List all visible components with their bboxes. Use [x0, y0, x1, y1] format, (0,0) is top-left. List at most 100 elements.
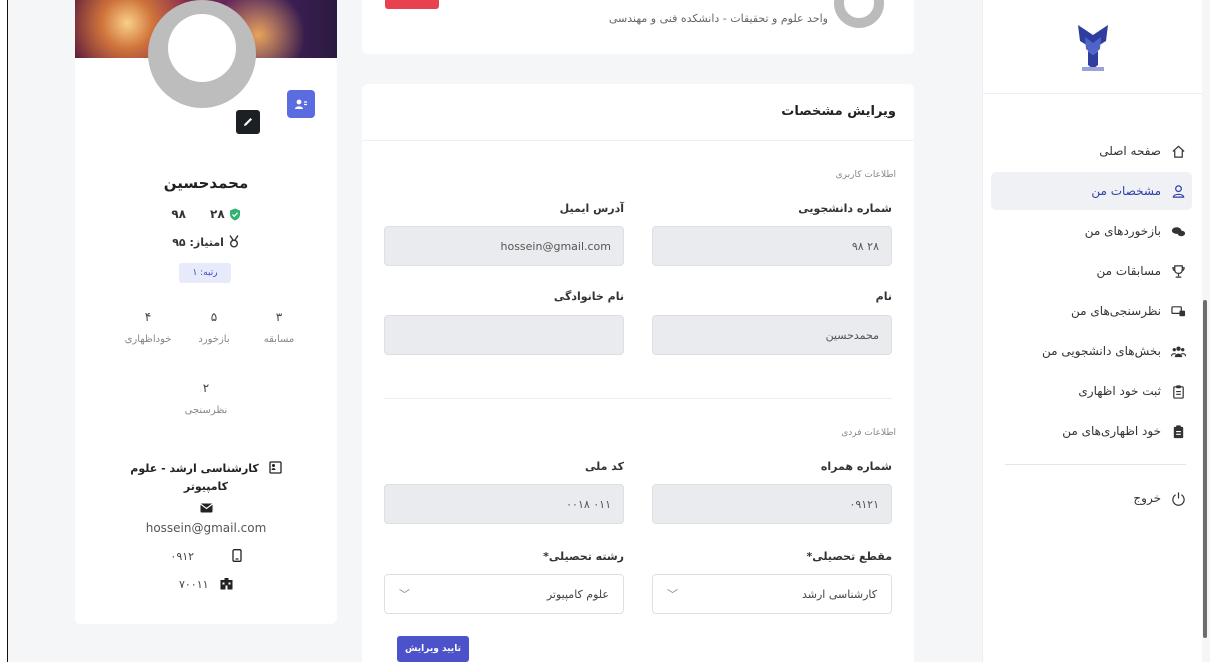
edit-avatar-button[interactable]	[236, 110, 260, 134]
sidebar-item-label: بخش‌های دانشجویی من	[1042, 344, 1161, 358]
profile-score: امتیاز: ۹۵	[75, 235, 337, 249]
unit-card: واحد علوم و تحقیقات - دانشکده فنی و مهند…	[362, 0, 914, 54]
profile-student-id: ۲۸ ۹۸	[75, 207, 337, 221]
sidebar-item-label: ثبت خود اظهاری	[1078, 384, 1161, 398]
stat-label: نظرسنجی	[184, 405, 228, 416]
sidebar-item-label: نظرسنجی‌های من	[1071, 304, 1161, 318]
envelope-icon	[199, 503, 213, 513]
pencil-icon	[244, 118, 252, 126]
sidebar-item-feedbacks[interactable]: بازخوردهای من	[991, 212, 1192, 250]
first-name-field[interactable]: محمدحسین	[652, 315, 892, 355]
degree-label: مقطع تحصیلی*	[806, 550, 892, 563]
degree-select[interactable]: کارشناسی ارشد ﹀	[652, 574, 892, 614]
profile-email: hossein@gmail.com	[145, 521, 267, 535]
degree-selected-value: کارشناسی ارشد	[801, 587, 877, 601]
score-text: امتیاز: ۹۵	[172, 236, 224, 249]
rank-badge: رتبه: ۱	[179, 263, 231, 283]
medal-icon	[229, 235, 239, 248]
unit-name: واحد علوم و تحقیقات - دانشکده فنی و مهند…	[608, 12, 828, 25]
first-name-label: نام	[875, 290, 892, 303]
logo[interactable]	[983, 0, 1202, 94]
window-frame-left	[0, 0, 8, 670]
divider	[362, 140, 914, 141]
profile-code-row: ۷۰۰۱۱	[75, 578, 337, 591]
section-personal-info: اطلاعات فردی	[841, 428, 896, 438]
user-icon	[1172, 184, 1185, 198]
user-profile-button[interactable]	[287, 90, 315, 118]
sidebar-item-label: مسابقات من	[1096, 264, 1161, 278]
national-code-field[interactable]: ۰۰۱۸ ۰۱۱	[384, 484, 624, 524]
survey-icon	[1171, 305, 1186, 316]
sidebar: صفحه اصلی مشخصات من بازخوردهای من مسابقا…	[982, 0, 1202, 662]
code-text: ۷۰۰۱۱	[178, 578, 209, 591]
page-scrollbar[interactable]	[1203, 300, 1207, 638]
sidebar-item-label: خود اظهاری‌های من	[1062, 424, 1161, 438]
stat-label: مسابقه	[263, 334, 295, 345]
form-title: ویرایش مشخصات	[781, 104, 896, 119]
sidebar-item-label: بازخوردهای من	[1084, 224, 1161, 238]
university-logo-icon	[1077, 24, 1108, 71]
sidebar-nav: صفحه اصلی مشخصات من بازخوردهای من مسابقا…	[983, 94, 1202, 517]
stat-number: ۵	[210, 310, 218, 324]
chevron-down-icon: ﹀	[667, 588, 678, 601]
sidebar-item-label: مشخصات من	[1091, 184, 1161, 198]
home-icon	[1172, 145, 1185, 158]
profile-phone-row: ۰۹۱۲	[75, 549, 337, 563]
major-select[interactable]: علوم کامپیوتر ﹀	[384, 574, 624, 614]
stat-surveys: ۲ نظرسنجی	[171, 381, 241, 416]
divider	[384, 398, 892, 399]
unit-avatar	[834, 0, 884, 28]
clipboard-icon	[1173, 384, 1184, 399]
email-label: آدرس ایمیل	[559, 202, 624, 215]
stat-number: ۲	[202, 381, 210, 395]
major-selected-value: علوم کامپیوتر	[546, 587, 609, 601]
mobile-field[interactable]: ۰۹۱۲۱	[652, 484, 892, 524]
verified-shield-icon	[229, 208, 240, 220]
sidebar-item-my-declarations[interactable]: خود اظهاری‌های من	[991, 412, 1192, 450]
group-icon	[1171, 346, 1186, 357]
phone-text: ۰۹۱۲	[170, 550, 195, 563]
sidebar-item-surveys[interactable]: نظرسنجی‌های من	[991, 292, 1192, 330]
clipboard-list-icon	[1173, 424, 1184, 438]
comments-icon	[1171, 226, 1186, 236]
sidebar-item-label: خروج	[1133, 491, 1161, 505]
mobile-label: شماره همراه	[820, 460, 892, 473]
last-name-label: نام خانوادگی	[553, 290, 624, 303]
red-action-button[interactable]	[385, 0, 439, 9]
stat-number: ۴	[144, 310, 152, 324]
avatar	[148, 0, 256, 108]
student-id-field[interactable]: ۹۸ ۲۸	[652, 226, 892, 266]
sidebar-item-student-sections[interactable]: بخش‌های دانشجویی من	[991, 332, 1192, 370]
profile-name: محمدحسین	[163, 174, 249, 192]
stat-contests: ۳ مسابقه	[244, 310, 314, 345]
national-code-label: کد ملی	[584, 460, 624, 473]
stat-feedbacks: ۵ بازخورد	[179, 310, 249, 345]
envelope-icon-row	[75, 503, 337, 516]
window-frame-bottom	[0, 662, 1210, 670]
sidebar-item-submit-declaration[interactable]: ثبت خود اظهاری	[991, 372, 1192, 410]
power-icon	[1172, 491, 1185, 506]
stat-label: خوداظهاری	[124, 334, 172, 345]
profile-card: محمدحسین ۲۸ ۹۸ امتیاز: ۹۵ رتبه: ۱ ۳ مساب…	[75, 0, 337, 624]
sidebar-item-label: صفحه اصلی	[1099, 144, 1161, 158]
sidebar-item-logout[interactable]: خروج	[991, 479, 1192, 517]
email-field[interactable]: hossein@gmail.com	[384, 226, 624, 266]
student-id-part: ۲۸	[210, 207, 225, 221]
student-id-label: شماره دانشجویی	[798, 202, 892, 215]
sidebar-item-home[interactable]: صفحه اصلی	[991, 132, 1192, 170]
last-name-field[interactable]	[384, 315, 624, 355]
major-label: رشته تحصیلی*	[543, 550, 624, 563]
chevron-down-icon: ﹀	[399, 588, 410, 601]
building-id-icon	[220, 578, 233, 590]
confirm-edit-button[interactable]: تایید ویرایش	[397, 636, 469, 662]
section-user-info: اطلاعات کاربری	[835, 170, 896, 180]
trophy-icon	[1172, 264, 1185, 278]
sidebar-item-profile[interactable]: مشخصات من	[991, 172, 1192, 210]
verified-id: ۲۸	[210, 207, 241, 221]
user-card-icon	[295, 99, 307, 109]
sidebar-item-contests[interactable]: مسابقات من	[991, 252, 1192, 290]
stat-label: بازخورد	[198, 334, 230, 345]
stat-number: ۳	[275, 310, 283, 324]
edit-profile-card: ویرایش مشخصات اطلاعات کاربری شماره دانشج…	[362, 84, 914, 670]
mobile-phone-icon	[231, 549, 242, 562]
